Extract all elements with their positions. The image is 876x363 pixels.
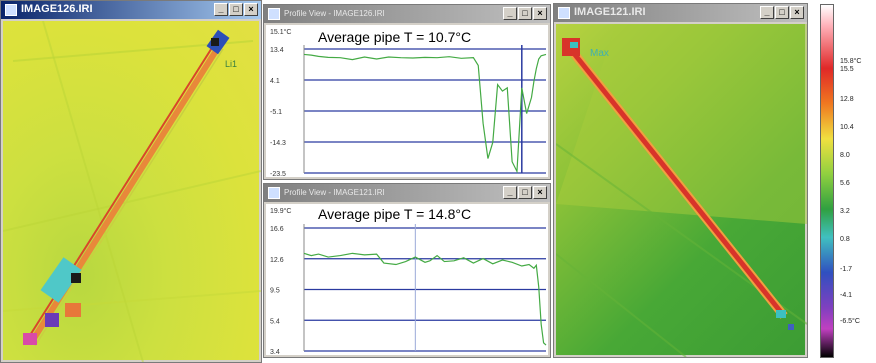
temperature-profile-line	[303, 53, 547, 174]
average-annotation: Average pipe T = 10.7°C	[318, 29, 472, 45]
ir-window-right[interactable]: IMAGE121.IRI _ □ × Max	[553, 3, 808, 358]
minimize-button[interactable]: _	[214, 3, 228, 16]
window-title: Profile View - IMAGE121.IRI	[284, 188, 385, 197]
profile-window-top[interactable]: Profile View - IMAGE126.IRI _ □ × 15.1°C…	[263, 4, 551, 180]
y-tick-label: 19.9°C	[270, 207, 291, 215]
max-label: Max	[590, 48, 609, 59]
temperature-profile-line	[303, 252, 547, 346]
y-tick-label: 12.6	[270, 257, 284, 264]
thermal-image[interactable]: Max	[556, 24, 807, 357]
colorbar-label: 8.0	[840, 152, 850, 159]
line-label: Li1	[225, 59, 238, 69]
image-icon	[558, 7, 570, 19]
close-button[interactable]: ×	[244, 3, 258, 16]
close-button[interactable]: ×	[533, 186, 547, 199]
colorbar-label: 3.2	[840, 208, 850, 215]
chart-icon	[268, 187, 280, 199]
title-bar[interactable]: IMAGE121.IRI _ □ ×	[554, 4, 807, 22]
colorbar-label: 0.8	[840, 236, 850, 243]
y-tick-label: -23.5	[270, 171, 286, 178]
colorbar-label: -6.5°C	[840, 318, 860, 325]
title-bar[interactable]: Profile View - IMAGE121.IRI _ □ ×	[264, 184, 550, 202]
maximize-button[interactable]: □	[518, 7, 532, 20]
colorbar-gradient	[820, 4, 834, 358]
average-annotation: Average pipe T = 14.8°C	[318, 206, 472, 222]
close-button[interactable]: ×	[533, 7, 547, 20]
temperature-colorbar: 15.8°C 15.5 12.8 10.4 8.0 5.6 3.2 0.8 -1.7 -4.1 -6…	[818, 4, 874, 358]
image-icon	[5, 4, 17, 16]
colorbar-label: -1.7	[840, 266, 853, 273]
window-title: IMAGE121.IRI	[574, 6, 646, 18]
minimize-button[interactable]: _	[503, 186, 517, 199]
title-bar[interactable]: IMAGE126.IRI _ □ ×	[1, 1, 261, 19]
maximize-button[interactable]: □	[229, 3, 243, 16]
y-tick-label: -14.3	[270, 140, 286, 147]
minimize-button[interactable]: _	[503, 7, 517, 20]
maximize-button[interactable]: □	[775, 6, 789, 19]
colorbar-label: 12.8	[840, 96, 854, 103]
colorbar-label: 15.5	[840, 66, 854, 73]
close-button[interactable]: ×	[790, 6, 804, 19]
profile-plot-bottom[interactable]: 19.9°C 16.6 12.6 9.5 5.4 3.4 Average pipe T =…	[266, 204, 548, 356]
ir-window-left[interactable]: IMAGE126.IRI _ □ × Li1	[0, 0, 262, 363]
profile-plot-top[interactable]: 15.1°C 13.4 4.1 -5.1 -14.3 -23.5 Average pipe…	[266, 25, 548, 178]
colorbar-label: 15.8°C	[840, 58, 862, 65]
y-tick-label: 4.1	[270, 78, 280, 85]
y-tick-label: 5.4	[270, 318, 280, 325]
y-tick-label: -5.1	[270, 109, 282, 116]
window-title: Profile View - IMAGE126.IRI	[284, 9, 385, 18]
title-bar[interactable]: Profile View - IMAGE126.IRI _ □ ×	[264, 5, 550, 23]
profile-window-bottom[interactable]: Profile View - IMAGE121.IRI _ □ × 19.9°C…	[263, 183, 551, 358]
y-tick-label: 3.4	[270, 349, 280, 356]
chart-icon	[268, 8, 280, 20]
thermal-image[interactable]: Li1	[3, 21, 261, 362]
colorbar-label: 10.4	[840, 124, 854, 131]
y-tick-label: 9.5	[270, 288, 280, 295]
y-tick-label: 13.4	[270, 47, 284, 54]
y-tick-label: 15.1°C	[270, 28, 291, 36]
colorbar-label: 5.6	[840, 180, 850, 187]
colorbar-label: -4.1	[840, 292, 853, 299]
minimize-button[interactable]: _	[760, 6, 774, 19]
window-title: IMAGE126.IRI	[21, 3, 93, 15]
maximize-button[interactable]: □	[518, 186, 532, 199]
y-tick-label: 16.6	[270, 226, 284, 233]
